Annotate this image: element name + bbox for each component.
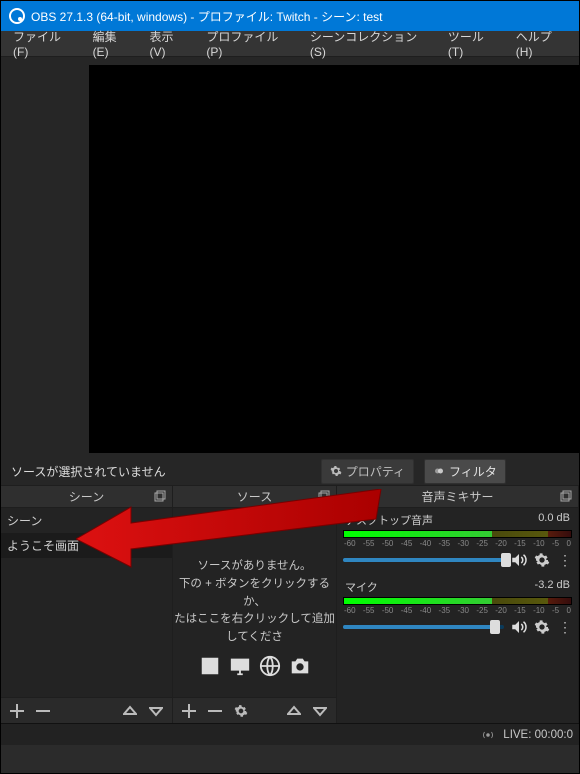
speaker-icon[interactable] (510, 551, 528, 569)
add-source-button[interactable] (177, 700, 201, 722)
filter-icon (433, 465, 445, 477)
menu-edit[interactable]: 編集(E) (87, 25, 138, 62)
filters-button[interactable]: フィルタ (424, 459, 506, 484)
scene-down-button[interactable] (144, 700, 168, 722)
menu-help[interactable]: ヘルプ(H) (510, 25, 573, 62)
context-toolbar: ソースが選択されていません プロパティ フィルタ (1, 457, 579, 485)
scenes-list[interactable]: シーン ようこそ画面 (1, 508, 172, 697)
vu-meter (343, 597, 572, 605)
channel-db: 0.0 dB (538, 512, 570, 528)
menu-view[interactable]: 表示(V) (143, 25, 194, 62)
app-window: OBS 27.1.3 (64-bit, windows) - プロファイル: T… (0, 0, 580, 774)
menu-profile[interactable]: プロファイル(P) (200, 25, 298, 62)
volume-slider[interactable] (343, 558, 504, 562)
channel-name: マイク (345, 579, 378, 595)
scenes-header[interactable]: シーン (1, 486, 172, 508)
scene-up-button[interactable] (118, 700, 142, 722)
menubar: ファイル(F) 編集(E) 表示(V) プロファイル(P) シーンコレクション(… (1, 31, 579, 57)
sources-header[interactable]: ソース (173, 486, 336, 508)
scenes-panel: シーン シーン ようこそ画面 (1, 486, 173, 723)
sources-title: ソース (237, 490, 272, 504)
popout-icon[interactable] (560, 490, 572, 502)
channel-menu-button[interactable]: ⋮ (558, 552, 572, 569)
obs-logo-icon (9, 8, 25, 24)
sources-empty: ソースがありません。 下の + ボタンをクリックするか、 たはここを右クリックし… (173, 508, 336, 677)
scenes-title: シーン (69, 490, 104, 504)
camera-icon (288, 655, 312, 677)
scene-item[interactable]: ようこそ画面 (1, 533, 172, 558)
meter-ticks: -60-55-50-45-40-35-30-25-20-15-10-50 (343, 606, 572, 615)
status-bar: LIVE: 00:00:0 (1, 723, 579, 745)
source-settings-button[interactable] (229, 700, 253, 722)
preview-area (1, 57, 579, 457)
sources-empty-line: ソースがありません。 (173, 558, 336, 576)
speaker-icon[interactable] (510, 618, 528, 636)
volume-slider[interactable] (343, 625, 504, 629)
sources-empty-line: 下の + ボタンをクリックするか、 (173, 576, 336, 612)
add-scene-button[interactable] (5, 700, 29, 722)
globe-icon (258, 655, 282, 677)
mixer-channel: マイク -3.2 dB -60-55-50-45-40-35-30-25-20-15… (343, 579, 572, 636)
mixer-body: デスクトップ音声 0.0 dB -60-55-50-45-40-35-30-25-2… (337, 508, 578, 723)
mixer-channel: デスクトップ音声 0.0 dB -60-55-50-45-40-35-30-25-2… (343, 512, 572, 569)
live-indicator-icon (481, 728, 495, 742)
mixer-title: 音声ミキサー (421, 490, 493, 504)
channel-settings-button[interactable] (534, 618, 552, 636)
channel-menu-button[interactable]: ⋮ (558, 619, 572, 636)
panels-row: シーン シーン ようこそ画面 ソース ソース (1, 485, 579, 723)
menu-file[interactable]: ファイル(F) (7, 25, 81, 62)
mixer-panel: 音声ミキサー デスクトップ音声 0.0 dB -60-55-50-45-40-35-… (337, 486, 579, 723)
display-icon (228, 655, 252, 677)
source-up-button[interactable] (282, 700, 306, 722)
remove-source-button[interactable] (203, 700, 227, 722)
sources-list[interactable]: ソースがありません。 下の + ボタンをクリックするか、 たはここを右クリックし… (173, 508, 336, 697)
remove-scene-button[interactable] (31, 700, 55, 722)
channel-db: -3.2 dB (535, 579, 570, 595)
popout-icon[interactable] (154, 490, 166, 502)
no-source-text: ソースが選択されていません (11, 463, 166, 480)
vu-meter (343, 530, 572, 538)
sources-footer (173, 697, 336, 723)
properties-button[interactable]: プロパティ (321, 459, 414, 484)
image-icon (198, 655, 222, 677)
sources-empty-line: たはここを右クリックして追加してくださ (173, 611, 336, 647)
filters-label: フィルタ (449, 463, 497, 480)
window-title: OBS 27.1.3 (64-bit, windows) - プロファイル: T… (31, 8, 383, 25)
menu-scenecollection[interactable]: シーンコレクション(S) (304, 25, 436, 62)
source-down-button[interactable] (308, 700, 332, 722)
sources-panel: ソース ソースがありません。 下の + ボタンをクリックするか、 たはここを右ク… (173, 486, 337, 723)
meter-ticks: -60-55-50-45-40-35-30-25-20-15-10-50 (343, 539, 572, 548)
scenes-footer (1, 697, 172, 723)
scene-item[interactable]: シーン (1, 508, 172, 533)
popout-icon[interactable] (318, 490, 330, 502)
channel-name: デスクトップ音声 (345, 512, 433, 528)
gear-icon (330, 465, 342, 477)
channel-settings-button[interactable] (534, 551, 552, 569)
properties-label: プロパティ (346, 463, 405, 480)
mixer-header[interactable]: 音声ミキサー (337, 486, 578, 508)
preview-canvas[interactable] (89, 65, 579, 453)
menu-tools[interactable]: ツール(T) (442, 25, 504, 62)
status-live: LIVE: 00:00:0 (503, 729, 573, 741)
